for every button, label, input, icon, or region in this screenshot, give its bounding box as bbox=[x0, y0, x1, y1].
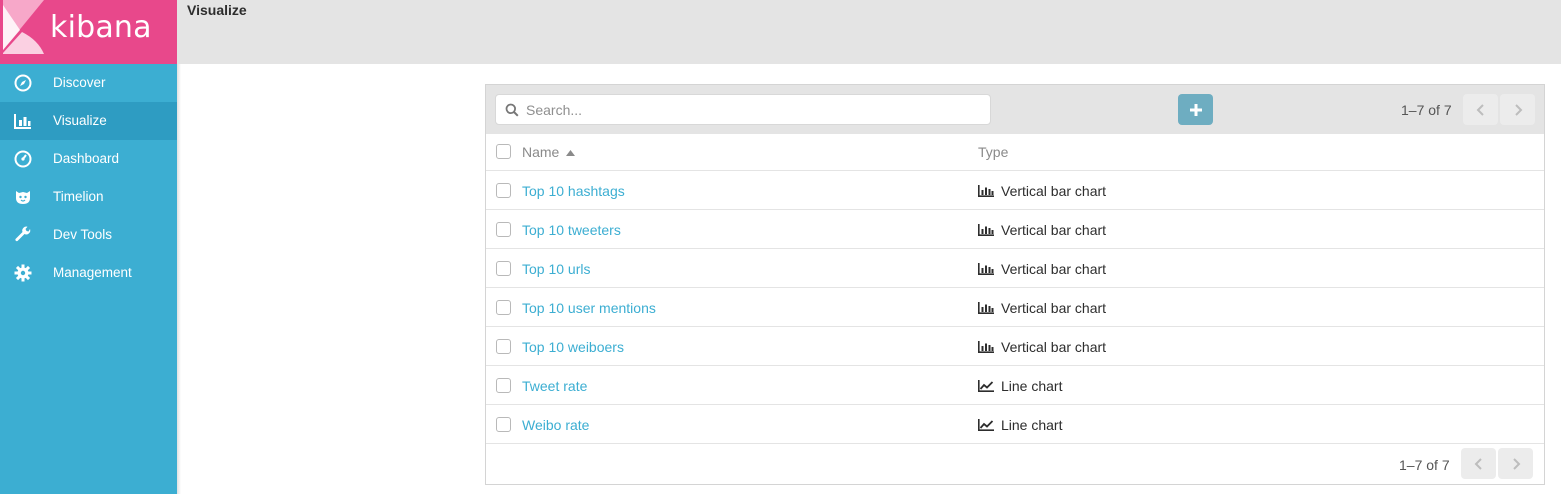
table-row: Top 10 tweeters Vertical bar chart bbox=[486, 210, 1544, 249]
type-cell: Line chart bbox=[978, 417, 1062, 433]
compass-icon bbox=[14, 74, 32, 92]
sidebar: kibana Discover Visualize Dashboard Time… bbox=[0, 0, 181, 494]
type-label: Vertical bar chart bbox=[1001, 300, 1107, 316]
type-label: Line chart bbox=[1001, 417, 1063, 433]
table-row: Top 10 user mentions Vertical bar chart bbox=[486, 288, 1544, 327]
panel-toolbar: 1–7 of 7 bbox=[486, 85, 1544, 134]
table-footer: 1–7 of 7 bbox=[486, 444, 1544, 485]
bar-chart-icon bbox=[978, 224, 994, 236]
sidebar-item-label: Dev Tools bbox=[53, 227, 113, 242]
sidebar-item-label: Discover bbox=[53, 75, 106, 90]
visualization-link[interactable]: Top 10 hashtags bbox=[522, 183, 625, 199]
type-column-header: Type bbox=[978, 144, 1008, 160]
sort-ascending-icon bbox=[566, 150, 576, 157]
sidebar-item-dashboard[interactable]: Dashboard bbox=[0, 140, 177, 178]
timelion-icon bbox=[14, 188, 32, 206]
search-box bbox=[495, 94, 991, 125]
type-label: Vertical bar chart bbox=[1001, 183, 1107, 199]
kibana-logo[interactable]: kibana bbox=[0, 0, 177, 64]
next-page-button[interactable] bbox=[1498, 448, 1533, 479]
previous-page-button[interactable] bbox=[1463, 94, 1498, 125]
visualization-link[interactable]: Tweet rate bbox=[522, 378, 587, 394]
row-checkbox[interactable] bbox=[496, 339, 511, 354]
type-cell: Vertical bar chart bbox=[978, 300, 1106, 316]
table-header-row: Name Type bbox=[486, 134, 1544, 171]
page-title: Visualize bbox=[187, 2, 247, 18]
bar-chart-icon bbox=[978, 341, 994, 353]
row-checkbox[interactable] bbox=[496, 300, 511, 315]
sidebar-item-visualize[interactable]: Visualize bbox=[0, 102, 177, 140]
type-cell: Vertical bar chart bbox=[978, 261, 1106, 277]
table-row: Weibo rate Line chart bbox=[486, 405, 1544, 444]
gear-icon bbox=[14, 264, 32, 282]
type-cell: Vertical bar chart bbox=[978, 222, 1106, 238]
visualization-link[interactable]: Top 10 user mentions bbox=[522, 300, 656, 316]
visualization-link[interactable]: Top 10 weiboers bbox=[522, 339, 624, 355]
bar-chart-icon bbox=[978, 185, 994, 197]
row-checkbox[interactable] bbox=[496, 261, 511, 276]
dashboard-icon bbox=[14, 150, 32, 168]
add-visualization-button[interactable] bbox=[1178, 94, 1213, 125]
type-column-label: Type bbox=[978, 144, 1009, 160]
top-bar: Visualize bbox=[177, 0, 1561, 64]
previous-page-button[interactable] bbox=[1461, 448, 1496, 479]
next-page-button[interactable] bbox=[1500, 94, 1535, 125]
line-chart-icon bbox=[978, 380, 994, 392]
kibana-brand-text: kibana bbox=[50, 10, 152, 45]
search-input[interactable] bbox=[524, 99, 974, 121]
select-all-checkbox[interactable] bbox=[496, 144, 511, 159]
plus-icon bbox=[1189, 103, 1202, 116]
bar-chart-icon bbox=[14, 112, 32, 130]
row-checkbox[interactable] bbox=[496, 378, 511, 393]
sidebar-item-timelion[interactable]: Timelion bbox=[0, 178, 177, 216]
sidebar-item-dev-tools[interactable]: Dev Tools bbox=[0, 216, 177, 254]
pagination-count: 1–7 of 7 bbox=[1401, 102, 1452, 118]
type-label: Line chart bbox=[1001, 378, 1063, 394]
sidebar-item-label: Dashboard bbox=[53, 151, 120, 166]
type-label: Vertical bar chart bbox=[1001, 261, 1107, 277]
table-row: Tweet rate Line chart bbox=[486, 366, 1544, 405]
wrench-icon bbox=[14, 226, 32, 244]
sidebar-item-discover[interactable]: Discover bbox=[0, 64, 177, 102]
row-checkbox[interactable] bbox=[496, 417, 511, 432]
sidebar-item-label: Timelion bbox=[53, 189, 104, 204]
search-icon bbox=[505, 103, 519, 122]
visualization-link[interactable]: Weibo rate bbox=[522, 417, 589, 433]
table-row: Top 10 hashtags Vertical bar chart bbox=[486, 171, 1544, 210]
pagination-count: 1–7 of 7 bbox=[1399, 457, 1450, 473]
chevron-left-icon bbox=[1474, 457, 1482, 470]
visualization-link[interactable]: Top 10 tweeters bbox=[522, 222, 621, 238]
table-row: Top 10 weiboers Vertical bar chart bbox=[486, 327, 1544, 366]
visualizations-table: Name Type Top 10 hashtags Vertical bar c… bbox=[486, 134, 1544, 444]
type-cell: Vertical bar chart bbox=[978, 339, 1106, 355]
sidebar-item-label: Management bbox=[53, 265, 132, 280]
table-row: Top 10 urls Vertical bar chart bbox=[486, 249, 1544, 288]
row-checkbox[interactable] bbox=[496, 222, 511, 237]
bar-chart-icon bbox=[978, 302, 994, 314]
name-column-header[interactable]: Name bbox=[522, 144, 576, 160]
type-label: Vertical bar chart bbox=[1001, 339, 1107, 355]
chevron-right-icon bbox=[1514, 103, 1522, 116]
sidebar-item-label: Visualize bbox=[53, 113, 107, 128]
visualizations-panel: 1–7 of 7 Name Type Top 10 hashtags Verti… bbox=[485, 84, 1545, 485]
type-cell: Line chart bbox=[978, 378, 1062, 394]
type-cell: Vertical bar chart bbox=[978, 183, 1106, 199]
bar-chart-icon bbox=[978, 263, 994, 275]
visualization-link[interactable]: Top 10 urls bbox=[522, 261, 590, 277]
type-label: Vertical bar chart bbox=[1001, 222, 1107, 238]
sidebar-item-management[interactable]: Management bbox=[0, 254, 177, 292]
chevron-left-icon bbox=[1476, 103, 1484, 116]
chevron-right-icon bbox=[1512, 457, 1520, 470]
line-chart-icon bbox=[978, 419, 994, 431]
name-column-label: Name bbox=[522, 144, 560, 160]
row-checkbox[interactable] bbox=[496, 183, 511, 198]
kibana-logo-icon bbox=[3, 0, 44, 54]
sidebar-nav: Discover Visualize Dashboard Timelion De… bbox=[0, 64, 177, 292]
